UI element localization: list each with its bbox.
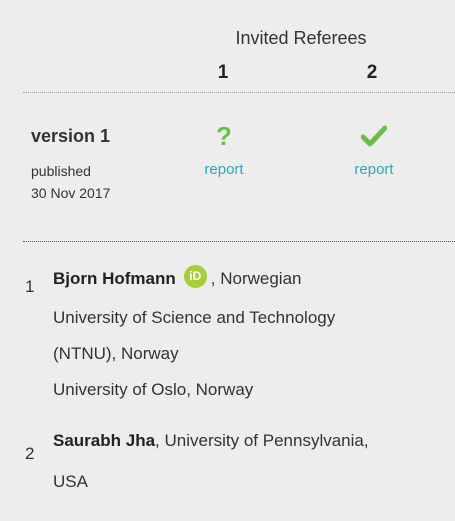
- referee-1-affiliation-line: (NTNU), Norway: [53, 344, 179, 363]
- published-date: 30 Nov 2017: [31, 185, 111, 201]
- referee-1-name: Bjorn Hofmann: [53, 269, 176, 288]
- referee-1-affiliation-line: University of Science and Technology: [53, 308, 336, 327]
- referee-2-first-line: Saurabh Jha, University of Pennsylvania,: [53, 431, 369, 451]
- referee-column-1: 1: [217, 62, 229, 83]
- referee-number-2: 2: [25, 444, 35, 463]
- version-label: version 1: [31, 126, 111, 146]
- referee-status-panel: Invited Referees 1 2 version 1 published…: [0, 0, 455, 521]
- referee-1-affiliation-line: University of Oslo, Norway: [53, 380, 254, 399]
- check-icon: [359, 123, 389, 149]
- referee-column-2: 2: [366, 62, 378, 83]
- report-link-2[interactable]: report: [334, 161, 414, 178]
- divider: [23, 241, 455, 242]
- referee-number-1: 1: [25, 277, 35, 296]
- published-label: published: [31, 163, 91, 179]
- invited-referees-heading: Invited Referees: [235, 28, 367, 48]
- referee-1-first-line: Bjorn Hofmann iD, Norwegian: [53, 265, 302, 289]
- question-icon: ?: [216, 121, 232, 151]
- referee-2-affiliation-line: USA: [53, 472, 88, 491]
- referee-2-affiliation: , University of Pennsylvania,: [155, 431, 369, 450]
- referee-1-affiliation: , Norwegian: [210, 269, 302, 288]
- divider: [23, 92, 455, 93]
- referee-2-name: Saurabh Jha: [53, 431, 156, 450]
- report-link-1[interactable]: report: [184, 161, 264, 178]
- orcid-icon[interactable]: iD: [183, 265, 207, 288]
